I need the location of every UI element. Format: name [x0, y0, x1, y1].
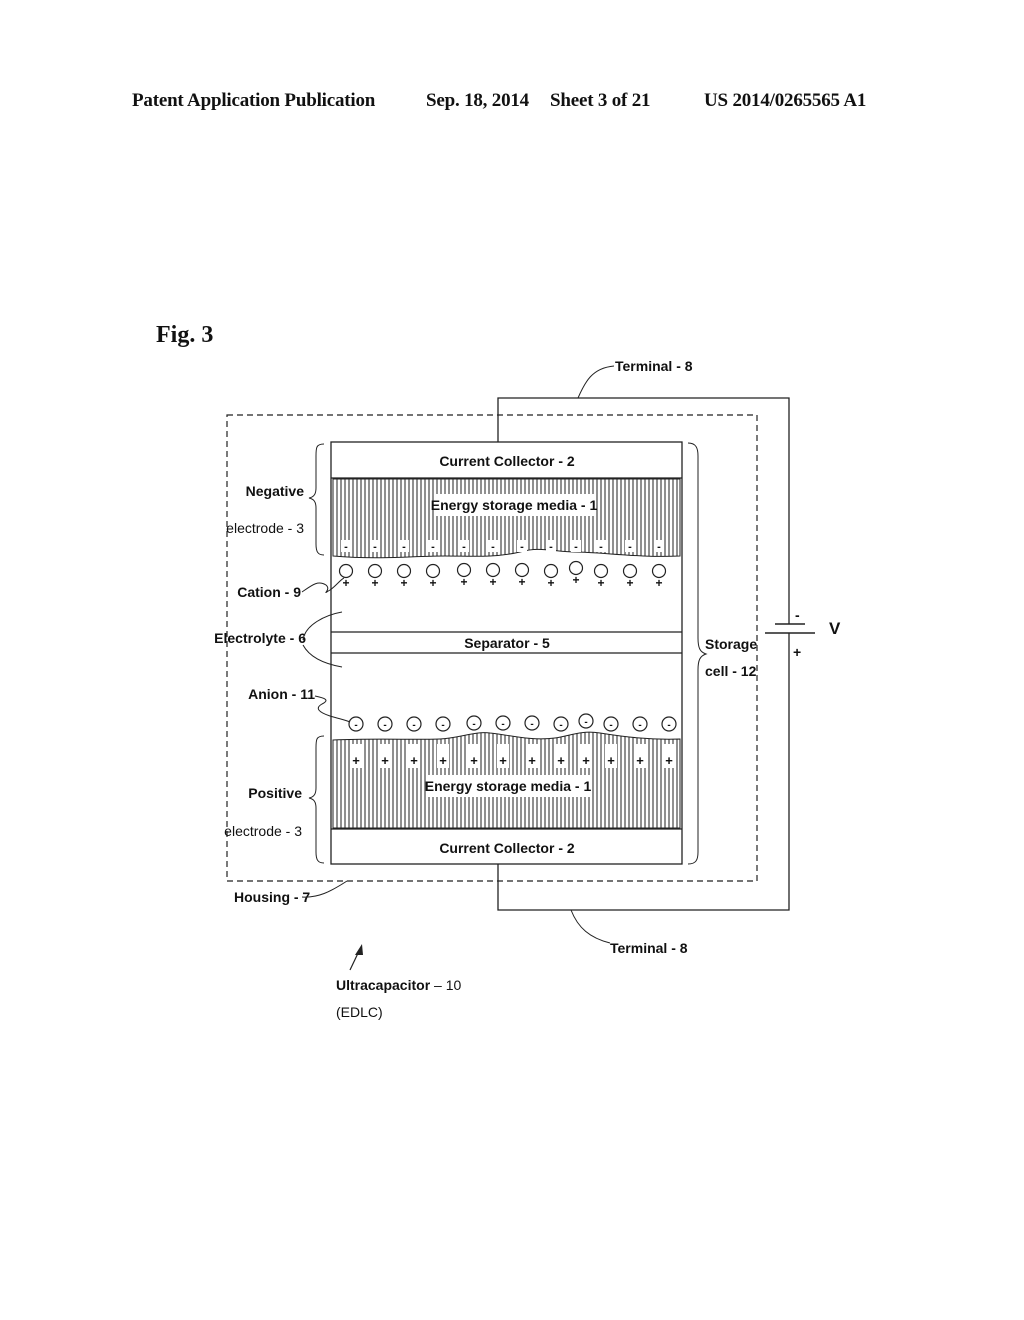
terminal-top-leader [577, 365, 615, 399]
edlc-label: (EDLC) [336, 1004, 383, 1020]
energy-media-bottom-label: Energy storage media - 1 [425, 778, 592, 794]
positive-charge: + [352, 753, 360, 768]
cations: + + + + + + + + + + + + [338, 560, 667, 590]
positive-charge: + [582, 753, 590, 768]
positive-electrode-brace [308, 735, 325, 864]
cation-charge: + [655, 576, 662, 590]
negative-charge: - [657, 541, 661, 553]
storage-cell-label: cell - 12 [705, 663, 757, 679]
negative-charge: - [344, 541, 348, 553]
positive-charge: + [636, 753, 644, 768]
positive-charge: + [557, 753, 565, 768]
electrolyte-label: Electrolyte - 6 [214, 630, 306, 646]
positive-label: Positive [248, 785, 302, 801]
positive-charge: + [439, 753, 447, 768]
positive-charge: + [528, 753, 536, 768]
cation-charge: + [460, 575, 467, 589]
anion-charge: - [472, 719, 475, 730]
positive-charge: + [381, 753, 389, 768]
cation-leader [301, 577, 345, 593]
anion-charge: - [559, 720, 562, 731]
ultracapacitor-name: Ultracapacitor [336, 977, 431, 993]
arrow-head-icon [355, 944, 363, 955]
cation-charge: + [400, 576, 407, 590]
current-collector-bottom-label: Current Collector - 2 [439, 840, 575, 856]
cation-charge: + [429, 576, 436, 590]
ultracapacitor-diagram: - + V Current Collector - 2 Energy stora… [214, 358, 841, 1020]
negative-charge: - [574, 541, 578, 553]
storage-label: Storage [705, 636, 757, 652]
cation-label: Cation - 9 [237, 584, 301, 600]
anion-charge: - [441, 720, 444, 731]
anion-charge: - [638, 720, 641, 731]
anion-charge: - [383, 720, 386, 731]
negative-charge: - [462, 541, 466, 553]
cation-charge: + [518, 575, 525, 589]
negative-charge: - [549, 541, 553, 553]
terminal-top-label: Terminal - 8 [615, 358, 693, 374]
negative-charge: - [599, 541, 603, 553]
negative-charge: - [431, 541, 435, 553]
negative-label: Negative [246, 483, 305, 499]
anion-charge: - [354, 720, 357, 731]
battery-minus: - [795, 607, 800, 623]
cation-charge: + [371, 576, 378, 590]
positive-charge: + [499, 753, 507, 768]
cation-charge: + [626, 576, 633, 590]
battery-plus: + [793, 644, 801, 660]
cation-charge: + [547, 576, 554, 590]
positive-charge: + [410, 753, 418, 768]
electrolyte-leader-top [302, 611, 343, 641]
terminal-bottom-leader [570, 909, 611, 944]
anion-charge: - [412, 720, 415, 731]
negative-electrode-label: electrode - 3 [226, 520, 304, 536]
positive-charge: + [665, 753, 673, 768]
negative-charge: - [373, 541, 377, 553]
anion-charge: - [609, 720, 612, 731]
positive-electrode-label: electrode - 3 [224, 823, 302, 839]
positive-charge: + [607, 753, 615, 768]
current-collector-top-label: Current Collector - 2 [439, 453, 575, 469]
positive-charge: + [470, 753, 478, 768]
cation-charge: + [597, 576, 604, 590]
storage-cell-brace [687, 442, 708, 865]
negative-charge: - [491, 541, 495, 553]
ultracapacitor-number: – 10 [430, 977, 461, 993]
anion-leader [314, 695, 351, 723]
housing-label: Housing - 7 [234, 889, 310, 905]
anion-charge: - [501, 719, 504, 730]
negative-charge: - [520, 541, 524, 553]
anion-label: Anion - 11 [248, 686, 315, 702]
anion-charge: - [667, 720, 670, 731]
anion-charge: - [584, 717, 587, 728]
anions: ------------ [348, 713, 677, 732]
anion-charge: - [530, 719, 533, 730]
cation-charge: + [489, 575, 496, 589]
electrolyte-leader-bottom [302, 644, 343, 668]
voltage-label: V [829, 619, 841, 638]
cation-charge: + [572, 573, 579, 587]
terminal-bottom-label: Terminal - 8 [610, 940, 688, 956]
negative-charge: - [628, 541, 632, 553]
energy-media-top-label: Energy storage media - 1 [431, 497, 598, 513]
negative-electrode-brace [308, 443, 325, 556]
ultracapacitor-label: Ultracapacitor – 10 [336, 977, 462, 993]
negative-charge: - [402, 541, 406, 553]
separator-label: Separator - 5 [464, 635, 550, 651]
